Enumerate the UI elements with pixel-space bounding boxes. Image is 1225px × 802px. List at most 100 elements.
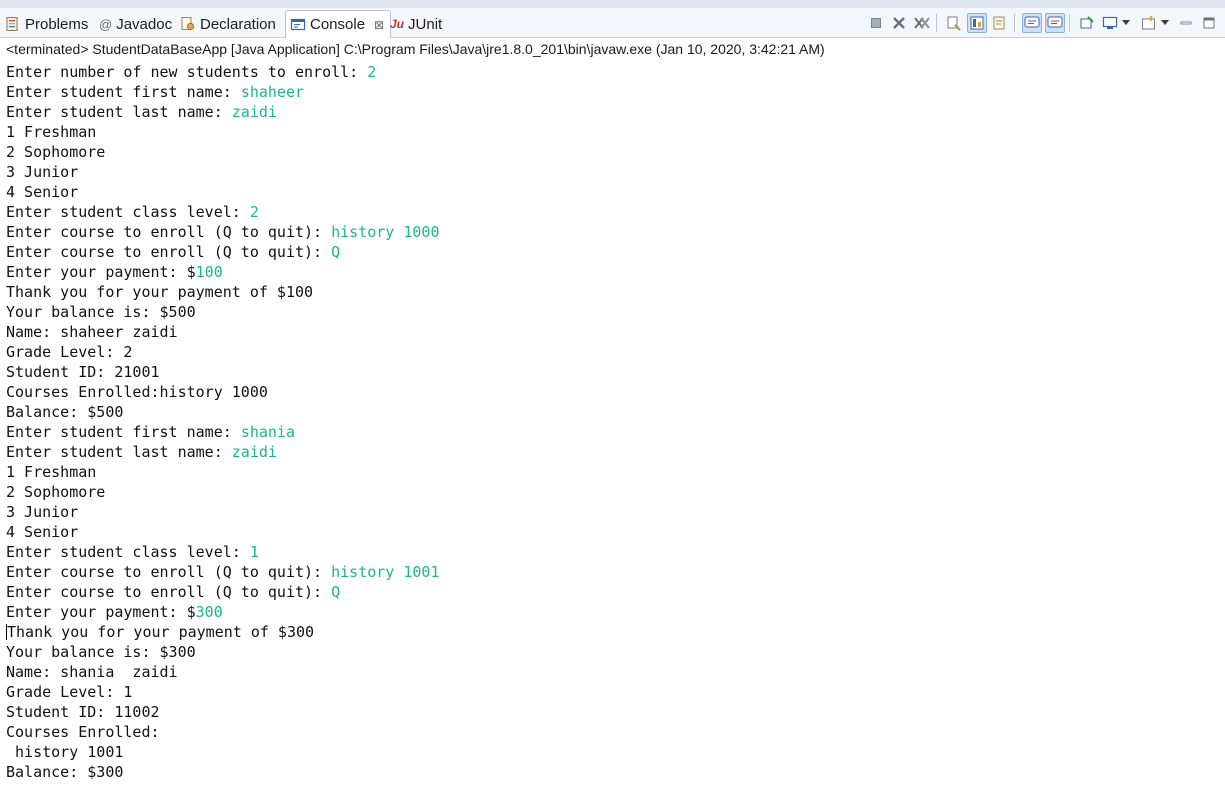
console-output-text: Enter your payment: $ bbox=[6, 263, 196, 281]
console-output-text: Enter number of new students to enroll: bbox=[6, 63, 368, 81]
console-output-text: Enter student last name: bbox=[6, 103, 232, 121]
console-user-input: history 1001 bbox=[331, 563, 440, 581]
console-output-text: Enter student last name: bbox=[6, 443, 232, 461]
console-line: Courses Enrolled:history 1000 bbox=[6, 382, 1206, 402]
tab-declaration[interactable]: Declaration bbox=[180, 11, 276, 37]
console-line: Enter student class level: 2 bbox=[6, 202, 1206, 222]
remove-all-terminated-icon[interactable] bbox=[912, 13, 932, 33]
open-console-icon[interactable] bbox=[1139, 13, 1159, 33]
console-icon bbox=[290, 17, 306, 33]
console-line: Enter course to enroll (Q to quit): hist… bbox=[6, 562, 1206, 582]
console-line: 4 Senior bbox=[6, 522, 1206, 542]
console-line: Enter number of new students to enroll: … bbox=[6, 62, 1206, 82]
console-line: 4 Senior bbox=[6, 182, 1206, 202]
console-line: Enter your payment: $100 bbox=[6, 262, 1206, 282]
console-output-text: 3 Junior bbox=[6, 163, 79, 181]
console-status-line: <terminated> StudentDataBaseApp [Java Ap… bbox=[6, 41, 825, 57]
show-on-stderr-icon[interactable] bbox=[1045, 13, 1065, 33]
console-line: Name: shaheer zaidi bbox=[6, 322, 1206, 342]
console-output-text: 4 Senior bbox=[6, 523, 79, 541]
close-tab-icon[interactable]: ⊠ bbox=[374, 18, 384, 32]
console-line: Enter course to enroll (Q to quit): Q bbox=[6, 582, 1206, 602]
console-output-text: Balance: $300 bbox=[6, 763, 124, 781]
tab-problems-label: Problems bbox=[25, 15, 89, 33]
console-user-input: 100 bbox=[195, 263, 223, 281]
console-output-text: Enter course to enroll (Q to quit): bbox=[6, 583, 332, 601]
word-wrap-icon[interactable] bbox=[990, 13, 1010, 33]
console-line: Your balance is: $500 bbox=[6, 302, 1206, 322]
declaration-icon bbox=[180, 16, 196, 32]
console-line: Enter student first name: shaheer bbox=[6, 82, 1206, 102]
chevron-down-icon[interactable] bbox=[1160, 20, 1170, 26]
console-line: 3 Junior bbox=[6, 162, 1206, 182]
console-line: Courses Enrolled: bbox=[6, 722, 1206, 742]
console-line: Student ID: 21001 bbox=[6, 362, 1206, 382]
tab-problems[interactable]: Problems bbox=[5, 11, 88, 37]
console-line: Enter student last name: zaidi bbox=[6, 442, 1206, 462]
console-output-text: Enter course to enroll (Q to quit): bbox=[6, 243, 332, 261]
console-line: 2 Sophomore bbox=[6, 142, 1206, 162]
console-line: Thank you for your payment of $300 bbox=[6, 622, 1206, 642]
console-output-text: Enter student first name: bbox=[6, 423, 241, 441]
toolbar-separator bbox=[1014, 14, 1015, 32]
console-output-text: Courses Enrolled:history 1000 bbox=[6, 383, 268, 401]
console-line: Balance: $500 bbox=[6, 402, 1206, 422]
tab-console-label: Console bbox=[310, 16, 366, 33]
console-line: Enter student class level: 1 bbox=[6, 542, 1206, 562]
console-output-text: Thank you for your payment of $100 bbox=[6, 283, 314, 301]
at-icon: @ bbox=[99, 16, 113, 32]
remove-launch-icon[interactable] bbox=[889, 13, 909, 33]
console-output-text: 2 Sophomore bbox=[6, 143, 106, 161]
console-output-text: Enter student class level: bbox=[6, 543, 250, 561]
console-output-text: Enter your payment: $ bbox=[6, 603, 196, 621]
clear-console-icon[interactable] bbox=[944, 13, 964, 33]
console-output-text: Student ID: 11002 bbox=[6, 703, 160, 721]
console-line: Your balance is: $300 bbox=[6, 642, 1206, 662]
tab-declaration-label: Declaration bbox=[200, 15, 276, 33]
console-output-text: Enter course to enroll (Q to quit): bbox=[6, 563, 332, 581]
console-line: Enter student last name: zaidi bbox=[6, 102, 1206, 122]
console-output-text: Grade Level: 2 bbox=[6, 343, 133, 361]
console-output-text: Grade Level: 1 bbox=[6, 683, 133, 701]
console-line: Grade Level: 2 bbox=[6, 342, 1206, 362]
chevron-down-icon[interactable] bbox=[1121, 20, 1131, 26]
console-output-text: Enter course to enroll (Q to quit): bbox=[6, 223, 332, 241]
console-scrollbar[interactable] bbox=[1213, 62, 1225, 802]
console-output-text: 1 Freshman bbox=[6, 123, 97, 141]
console-output-text: Courses Enrolled: bbox=[6, 723, 160, 741]
toolbar-separator bbox=[1069, 14, 1070, 32]
console-line: Enter course to enroll (Q to quit): Q bbox=[6, 242, 1206, 262]
display-selected-console-icon[interactable] bbox=[1100, 13, 1120, 33]
console-user-input: 2 bbox=[249, 203, 259, 221]
console-line: 3 Junior bbox=[6, 502, 1206, 522]
console-line: Balance: $300 bbox=[6, 762, 1206, 782]
tab-console[interactable]: Console ⊠ bbox=[285, 10, 392, 38]
console-line: history 1001 bbox=[6, 742, 1206, 762]
console-output-text: Thank you for your payment of $300 bbox=[7, 623, 315, 641]
tab-junit[interactable]: Ju JUnit bbox=[390, 11, 442, 37]
console-output-text: Name: shania zaidi bbox=[6, 663, 178, 681]
terminate-icon[interactable] bbox=[866, 13, 886, 33]
console-line: Student ID: 11002 bbox=[6, 702, 1206, 722]
console-output-text: Student ID: 21001 bbox=[6, 363, 160, 381]
show-on-stdout-icon[interactable] bbox=[1022, 13, 1042, 33]
pin-console-icon[interactable] bbox=[1077, 13, 1097, 33]
maximize-icon[interactable] bbox=[1199, 13, 1219, 33]
console-output-text: Your balance is: $300 bbox=[6, 643, 196, 661]
minimize-icon[interactable] bbox=[1176, 13, 1196, 33]
console-user-input: Q bbox=[331, 243, 341, 261]
console-toolbar bbox=[863, 12, 1219, 34]
console-user-input: 1 bbox=[249, 543, 259, 561]
console-line: Name: shania zaidi bbox=[6, 662, 1206, 682]
scroll-lock-icon[interactable] bbox=[967, 13, 987, 33]
console-output-text: Your balance is: $500 bbox=[6, 303, 196, 321]
console-user-input: 2 bbox=[367, 63, 377, 81]
console-user-input: shaheer bbox=[240, 83, 305, 101]
view-tab-bar: Problems @ Javadoc Declaration Console ⊠ bbox=[0, 8, 1225, 38]
console-output-text: 3 Junior bbox=[6, 503, 79, 521]
console-line: Enter student first name: shania bbox=[6, 422, 1206, 442]
console-output[interactable]: Enter number of new students to enroll: … bbox=[6, 62, 1206, 802]
console-output-text: Name: shaheer zaidi bbox=[6, 323, 178, 341]
tab-javadoc[interactable]: @ Javadoc bbox=[99, 11, 172, 37]
window-top-strip bbox=[0, 0, 1225, 8]
